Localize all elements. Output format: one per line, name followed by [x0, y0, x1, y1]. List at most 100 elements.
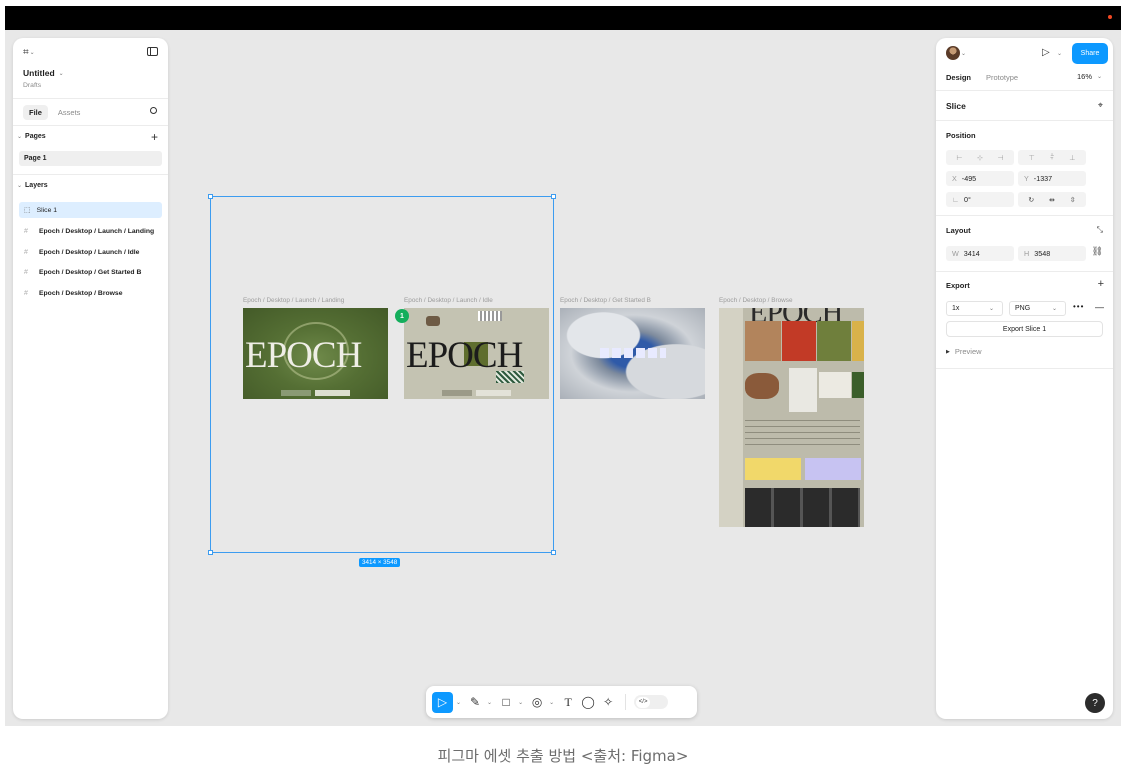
avatar	[946, 46, 960, 60]
share-button[interactable]: Share	[1072, 43, 1108, 64]
figure-caption: 피그마 에셋 추출 방법 <출처: Figma>	[437, 747, 689, 765]
figma-app: ⌗ ⌄ Untitled ⌄ Drafts File Assets ⌄ Page…	[5, 30, 1121, 726]
tab-assets[interactable]: Assets	[58, 108, 81, 117]
height-field[interactable]: H 3548	[1018, 246, 1086, 261]
rotation-field[interactable]: ∟ 0°	[946, 192, 1014, 207]
chevron-down-icon: ⌄	[17, 183, 23, 189]
layer-frame[interactable]: # Epoch / Desktop / Launch / Idle	[19, 244, 162, 260]
help-icon[interactable]: ?	[1085, 693, 1105, 713]
frame-browse-thumbnail[interactable]: EPOCH	[719, 308, 864, 527]
constrain-proportions-icon[interactable]: ⛓	[1092, 246, 1103, 257]
rectangle-tool-icon[interactable]: □	[497, 692, 515, 713]
layer-label: Epoch / Desktop / Get Started B	[39, 268, 142, 276]
frame-icon: #	[24, 268, 28, 276]
main-menu-button[interactable]: ⌗ ⌄	[23, 47, 38, 58]
y-position-field[interactable]: Y -1337	[1018, 171, 1086, 186]
artwork-tile	[817, 321, 851, 361]
layer-frame[interactable]: # Epoch / Desktop / Launch / Landing	[19, 223, 162, 239]
flip-horizontal-icon[interactable]: ⇹	[1049, 196, 1055, 204]
layers-section-toggle[interactable]: ⌄ Layers	[16, 182, 48, 189]
resize-to-fit-icon[interactable]: ⤡	[1097, 225, 1103, 235]
frame-icon: #	[24, 289, 28, 297]
tab-design[interactable]: Design	[946, 71, 971, 84]
user-menu[interactable]: ⌄	[946, 46, 969, 60]
frame-get-started-thumbnail[interactable]	[560, 308, 705, 399]
pages-section-toggle[interactable]: ⌄ Pages	[16, 133, 46, 140]
preview-toggle[interactable]: ▶ Preview	[946, 347, 982, 356]
export-scale-value: 1x	[952, 305, 960, 312]
align-right-icon[interactable]: ⊣	[998, 154, 1004, 162]
artwork-tile	[782, 321, 816, 361]
chevron-down-icon: ⌄	[1097, 74, 1103, 80]
card-graphic	[745, 458, 801, 480]
width-field[interactable]: W 3414	[946, 246, 1014, 261]
add-export-icon[interactable]: +	[1098, 278, 1104, 290]
horizontal-align-group[interactable]: ⊢ ⊹ ⊣	[946, 150, 1014, 165]
tab-file[interactable]: File	[23, 105, 48, 120]
comment-pin[interactable]: 1	[395, 309, 409, 323]
actions-ai-icon[interactable]: ✧	[599, 692, 617, 713]
tab-prototype[interactable]: Prototype	[986, 73, 1018, 82]
slice-selection-box[interactable]	[208, 194, 556, 555]
present-play-icon[interactable]: ▷	[1042, 47, 1050, 58]
comment-tool-icon[interactable]: ◯	[579, 692, 597, 713]
chevron-down-icon: ⌄	[961, 50, 967, 57]
resize-handle[interactable]	[551, 550, 556, 555]
frame-label[interactable]: Epoch / Desktop / Browse	[719, 297, 793, 304]
export-scale-select[interactable]: 1x ⌄	[946, 301, 1003, 316]
artwork-tile	[852, 372, 864, 398]
align-bottom-icon[interactable]: ⊥	[1069, 154, 1075, 162]
chevron-down-icon[interactable]: ⌄	[456, 699, 461, 706]
resize-handle[interactable]	[208, 550, 213, 555]
panel-toggle-icon[interactable]	[147, 47, 158, 56]
component-target-icon[interactable]: ⌖	[1098, 100, 1103, 111]
frame-label[interactable]: Epoch / Desktop / Get Started B	[560, 297, 651, 304]
layer-frame[interactable]: # Epoch / Desktop / Browse	[19, 285, 162, 301]
dev-mode-toggle[interactable]: </>	[634, 695, 669, 709]
layer-slice-1[interactable]: ⬚ Slice 1	[19, 202, 162, 218]
y-label: Y	[1024, 174, 1029, 183]
layer-label: Slice 1	[36, 206, 58, 214]
move-tool-icon[interactable]: ▷	[432, 691, 453, 713]
right-panel: ⌄ ▷ ⌄ Share Design Prototype 16% ⌄ Slice…	[936, 38, 1113, 719]
flip-vertical-icon[interactable]: ⇳	[1070, 196, 1076, 204]
artwork-tile	[819, 372, 851, 398]
layout-heading: Layout	[946, 226, 971, 235]
page-item[interactable]: Page 1	[19, 151, 162, 166]
chevron-down-icon[interactable]: ⌄	[1057, 51, 1062, 57]
chevron-down-icon[interactable]: ⌄	[549, 699, 554, 706]
artwork-tile	[789, 368, 817, 412]
draw-tool-icon[interactable]: ◎	[528, 692, 546, 713]
layer-label: Epoch / Desktop / Launch / Idle	[39, 248, 140, 256]
artwork-tile	[852, 321, 864, 361]
align-left-icon[interactable]: ⊢	[956, 154, 962, 162]
export-button[interactable]: Export Slice 1	[946, 321, 1103, 337]
pen-tool-icon[interactable]: ✎	[466, 692, 484, 713]
x-position-field[interactable]: X -495	[946, 171, 1014, 186]
export-format-select[interactable]: PNG ⌄	[1009, 301, 1066, 316]
resize-handle[interactable]	[551, 194, 556, 199]
align-center-v-icon[interactable]: ⫩	[1050, 154, 1054, 162]
text-tool-icon[interactable]: T	[559, 692, 577, 713]
chevron-down-icon[interactable]: ⌄	[518, 699, 523, 706]
rotation-value: 0°	[964, 195, 971, 204]
add-page-icon[interactable]: +	[151, 130, 158, 144]
layers-heading: Layers	[25, 182, 48, 189]
more-options-icon[interactable]: •••	[1073, 302, 1084, 311]
align-center-h-icon[interactable]: ⊹	[977, 154, 983, 162]
file-title-menu[interactable]: Untitled ⌄	[23, 68, 67, 78]
chevron-down-icon[interactable]: ⌄	[487, 699, 492, 706]
rotate-icon[interactable]: ↻	[1028, 196, 1034, 204]
remove-export-icon[interactable]: —	[1095, 302, 1104, 312]
frame-icon: #	[24, 227, 28, 235]
vertical-align-group[interactable]: ⊤ ⫩ ⊥	[1018, 150, 1086, 165]
divider	[13, 125, 168, 126]
resize-handle[interactable]	[208, 194, 213, 199]
layer-frame[interactable]: # Epoch / Desktop / Get Started B	[19, 264, 162, 280]
artwork-tile	[745, 373, 779, 399]
search-icon[interactable]	[150, 107, 157, 114]
transform-group[interactable]: ↻ ⇹ ⇳	[1018, 192, 1086, 207]
layer-label: Epoch / Desktop / Launch / Landing	[39, 227, 155, 235]
zoom-menu[interactable]: 16% ⌄	[1077, 72, 1105, 81]
align-top-icon[interactable]: ⊤	[1029, 154, 1035, 162]
